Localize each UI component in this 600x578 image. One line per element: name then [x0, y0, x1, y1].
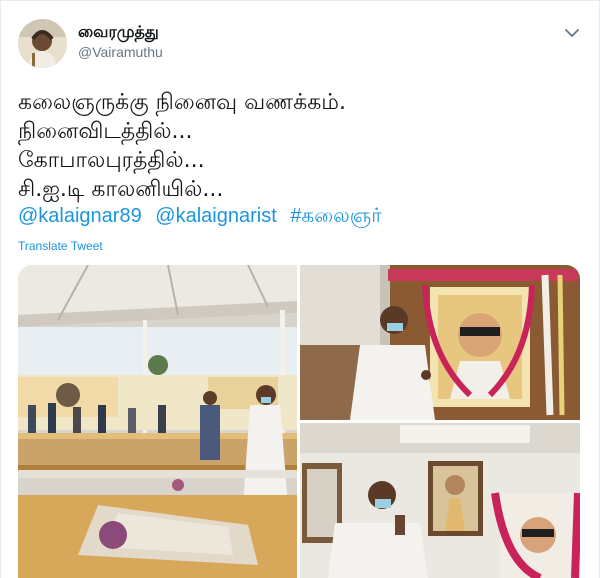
- display-name[interactable]: வைரமுத்து: [78, 22, 159, 43]
- hashtag-link[interactable]: #கலைஞர்: [290, 205, 381, 227]
- tweet-line: சி.ஐ.டி காலனியில்...: [18, 177, 224, 202]
- translate-tweet-link[interactable]: Translate Tweet: [18, 239, 103, 253]
- tweet-line: கலைஞருக்கு நினைவு வணக்கம்.: [18, 90, 346, 115]
- avatar-image: [18, 19, 67, 68]
- media-grid: [18, 265, 580, 578]
- tweet-line: கோபாலபுரத்தில்...: [18, 148, 205, 173]
- home-portrait-photo[interactable]: [300, 423, 580, 578]
- avatar[interactable]: [18, 19, 67, 68]
- tweet-line: நினைவிடத்தில்...: [18, 119, 193, 144]
- mention-link-kalaignar89[interactable]: @kalaignar89: [18, 205, 142, 227]
- user-handle[interactable]: @Vairamuthu: [78, 44, 163, 60]
- chevron-down-icon[interactable]: [561, 22, 583, 44]
- portrait-garland-photo[interactable]: [300, 265, 580, 420]
- tweet-links: @kalaignar89 @kalaignarist #கலைஞர்: [18, 205, 390, 230]
- tweet-text: கலைஞருக்கு நினைவு வணக்கம். நினைவிடத்தில்…: [18, 88, 578, 204]
- memorial-tribute-photo[interactable]: [18, 265, 297, 578]
- mention-link-kalaignarist[interactable]: @kalaignarist: [155, 205, 276, 227]
